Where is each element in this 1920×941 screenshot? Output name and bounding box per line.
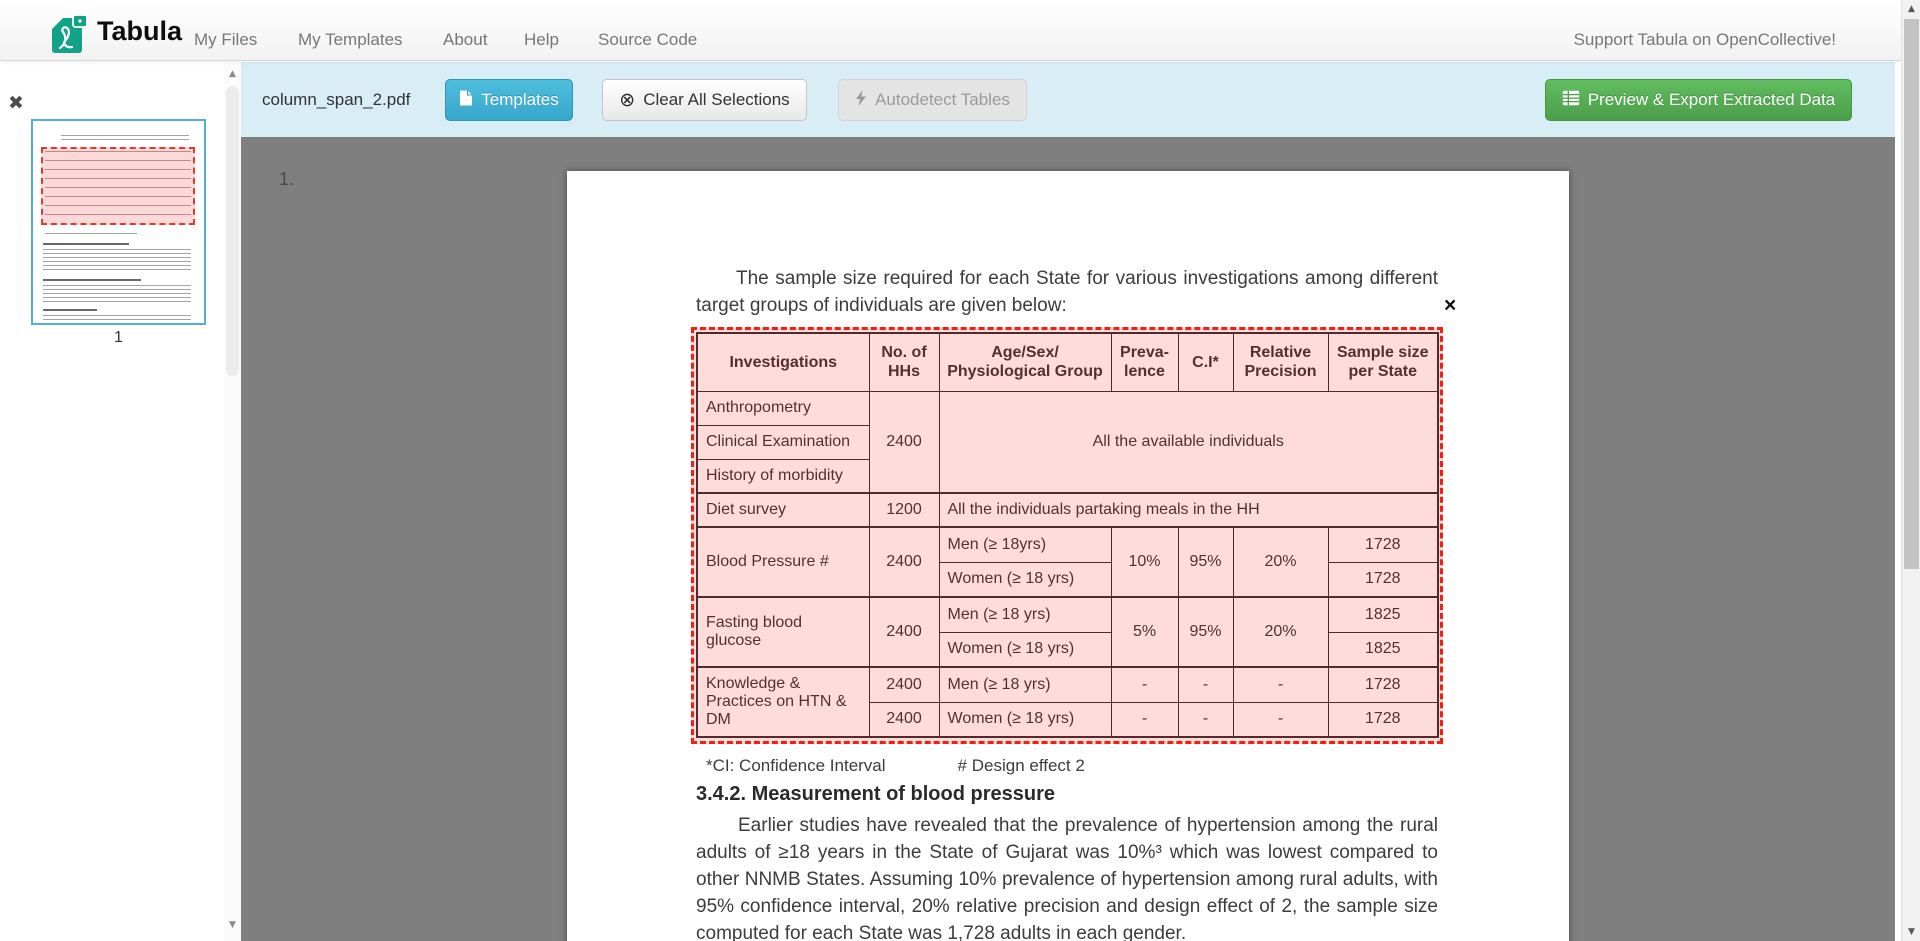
autodetect-label: Autodetect Tables [875,90,1010,110]
tabula-app: Tabula My Files My Templates About Help … [0,0,1920,941]
preview-export-button[interactable]: Preview & Export Extracted Data [1545,79,1852,121]
scroll-down-icon[interactable]: ▼ [1902,927,1920,937]
thumb-heading-line [43,309,97,311]
nav-my-templates[interactable]: My Templates [298,30,403,50]
brand-title[interactable]: Tabula [97,16,182,47]
pdf-intro-text: The sample size required for each State … [696,265,1438,319]
footnote-design-effect: # Design effect 2 [958,756,1085,776]
spreadsheet-icon [1562,90,1580,111]
scroll-up-icon[interactable]: ▲ [1902,4,1920,14]
remove-file-icon[interactable]: ✖ [8,92,24,114]
sidebar-scrollbar[interactable]: ▲ ▼ [224,62,241,941]
table-selection-region[interactable] [691,327,1443,744]
sidebar-scrollbar-thumb[interactable] [226,86,239,376]
nav-source-code[interactable]: Source Code [598,30,697,50]
thumb-heading-line [43,243,129,245]
thumb-text-lines [45,233,137,236]
page-thumbnail[interactable] [31,119,206,325]
document-filename: column_span_2.pdf [262,90,410,110]
main-scrollbar[interactable]: ▲ ▼ [1901,0,1920,941]
scroll-down-icon[interactable]: ▼ [224,920,241,930]
templates-label: Templates [481,90,558,110]
page-marker: 1. [279,169,294,190]
footnote-ci: *CI: Confidence Interval [706,756,886,776]
navbar: Tabula My Files My Templates About Help … [0,0,1901,61]
templates-button[interactable]: Templates [445,79,573,121]
clear-all-selections-button[interactable]: ⊗ Clear All Selections [602,79,807,121]
thumb-table-lines [45,151,191,221]
pdf-page[interactable]: The sample size required for each State … [567,171,1569,941]
pdf-workspace: 1. The sample size required for each Sta… [241,137,1895,941]
templates-icon [459,90,473,111]
selection-delete-icon[interactable]: × [1444,295,1456,316]
support-link[interactable]: Support Tabula on OpenCollective! [1574,30,1836,50]
thumbnail-page-number: 1 [31,329,206,347]
pdf-section-heading: 3.4.2. Measurement of blood pressure [696,783,1055,806]
nav-about[interactable]: About [443,30,487,50]
toolbar: column_span_2.pdf Templates ⊗ Clear All … [241,62,1895,137]
thumb-text-lines [43,249,191,273]
thumb-text-lines [43,315,191,323]
lightning-icon [855,90,867,111]
main-scrollbar-thumb[interactable] [1904,19,1919,569]
clear-label: Clear All Selections [643,90,789,110]
circle-x-icon: ⊗ [619,91,635,110]
thumb-text-lines [43,285,191,304]
nav-help[interactable]: Help [524,30,559,50]
pdf-footnote: *CI: Confidence Interval # Design effect… [706,756,1085,776]
export-label: Preview & Export Extracted Data [1588,90,1836,110]
thumb-selection-box [41,147,195,225]
nav-my-files[interactable]: My Files [194,30,257,50]
thumbnail-sidebar: ✖ 1 ▲ ▼ [0,62,241,941]
thumb-text-lines [61,135,189,143]
pdf-paragraph: Earlier studies have revealed that the p… [696,812,1438,941]
thumb-heading-line [43,279,141,281]
scroll-up-icon[interactable]: ▲ [224,69,241,79]
autodetect-tables-button[interactable]: Autodetect Tables [838,79,1027,121]
tabula-logo-icon [51,9,89,54]
